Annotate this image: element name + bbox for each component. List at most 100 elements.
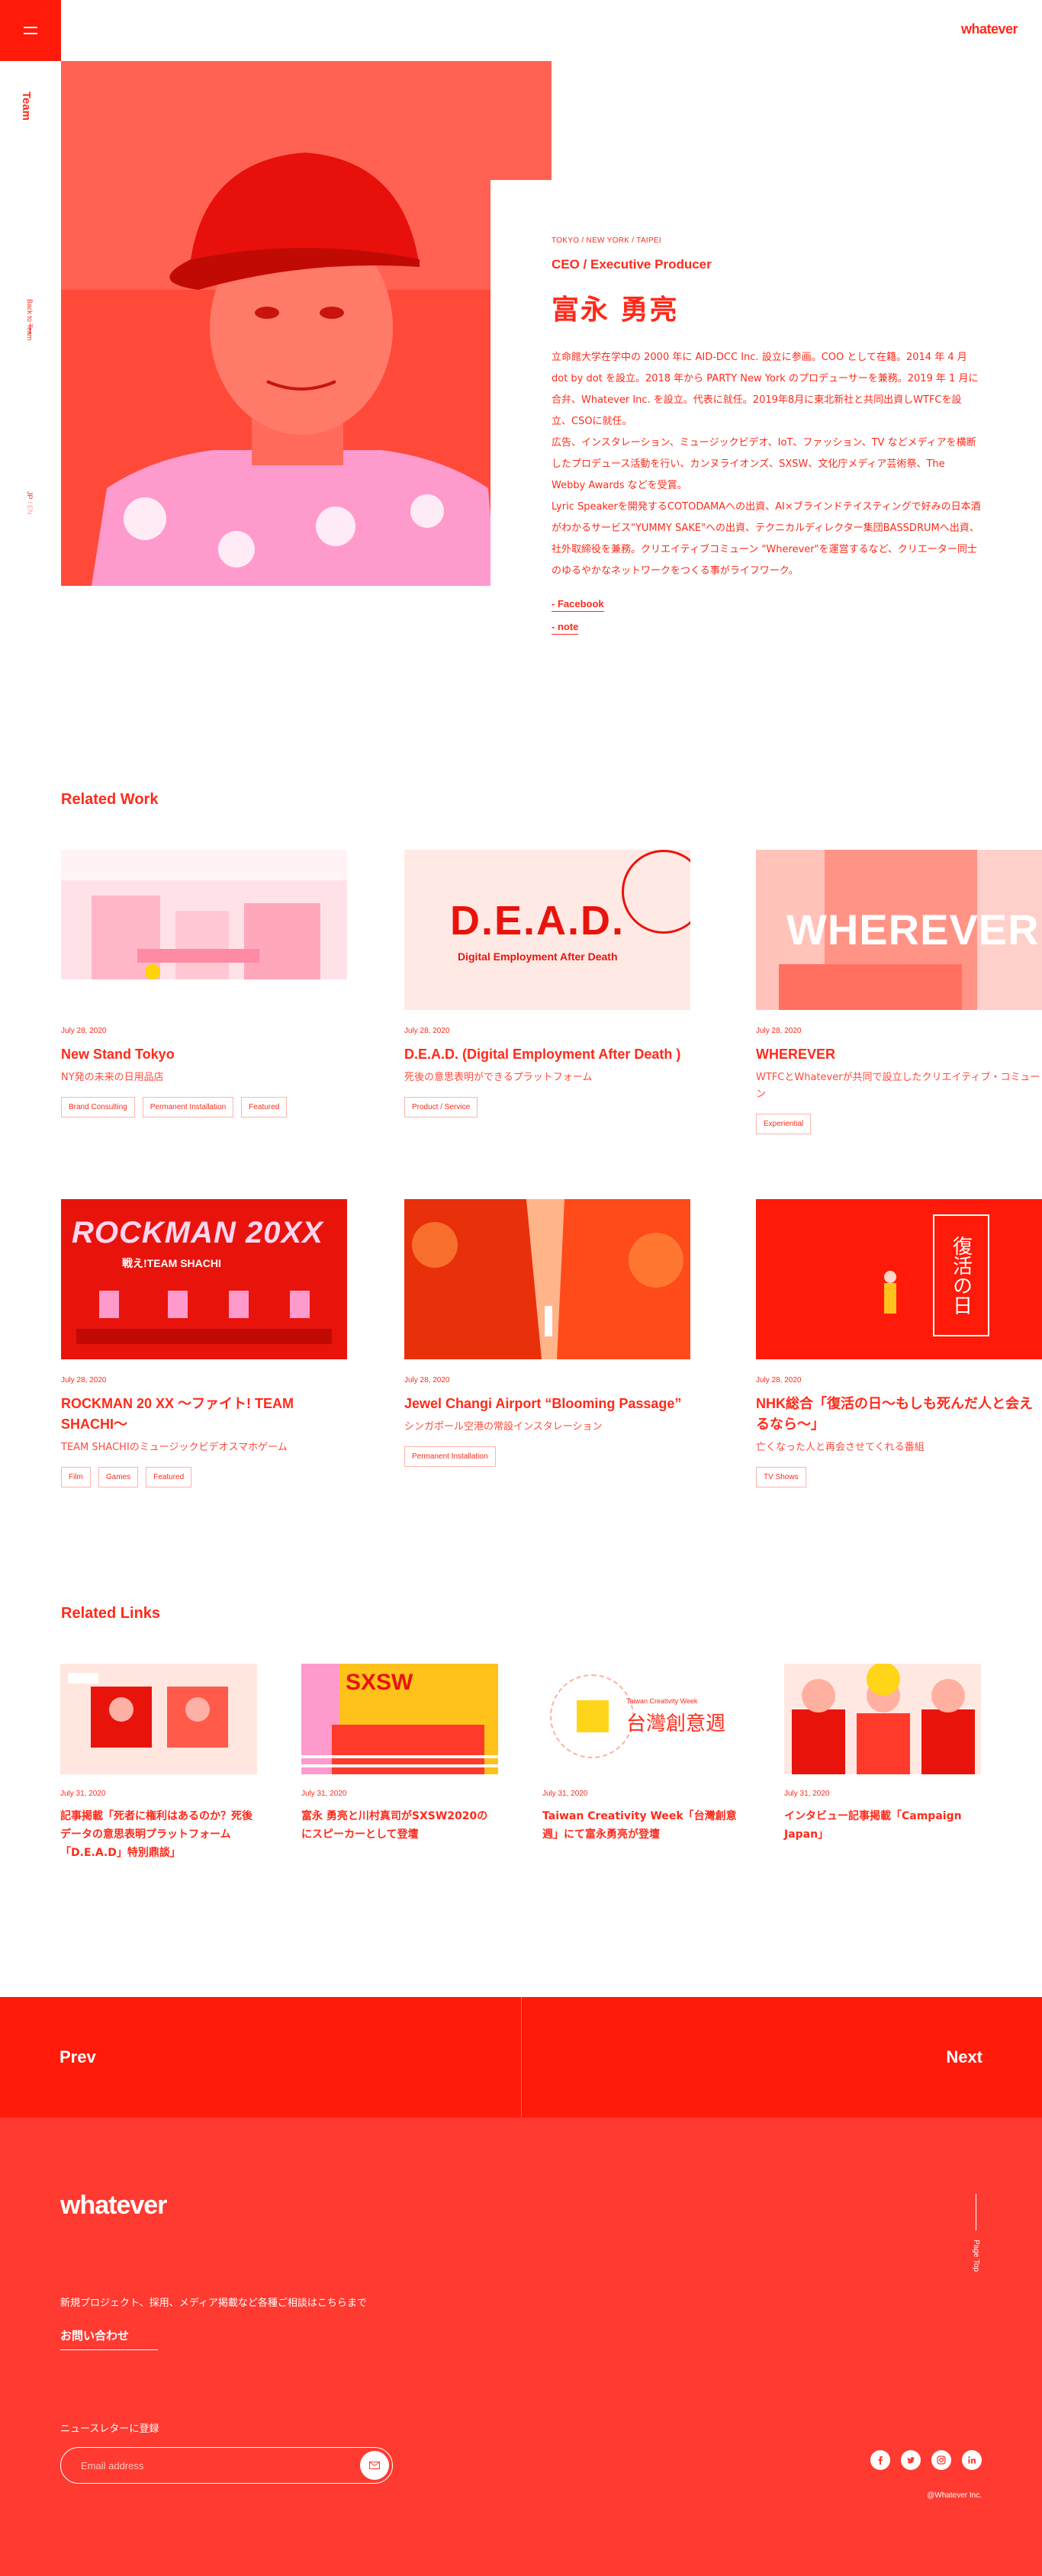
link-title[interactable]: Taiwan Creativity Week「台灣創意週」にて富永勇亮が登壇 [542,1807,739,1844]
work-title[interactable]: WHEREVER [756,1044,1042,1065]
work-card[interactable]: July 28, 2020 Jewel Changi Airport “Bloo… [404,1199,690,1467]
newsletter-label: ニュースレターに登録 [60,2423,159,2435]
work-title[interactable]: Jewel Changi Airport “Blooming Passage” [404,1394,690,1414]
work-description: TEAM SHACHIのミュージックビデオスマホゲーム [61,1442,288,1453]
next-button[interactable]: Next [521,1997,1042,2118]
facebook-link[interactable]: - Facebook [552,598,604,612]
link-card[interactable]: July 31, 2020 インタビュー記事掲載「Campaign Japan」 [784,1664,981,1844]
work-card[interactable]: WHEREVER July 28, 2020 WHEREVER WTFCとWha… [756,850,1042,1134]
work-card[interactable]: D.E.A.D. Digital Employment After Death … [404,850,690,1118]
work-title[interactable]: New Stand Tokyo [61,1044,347,1065]
linkedin-icon[interactable] [962,2450,982,2470]
work-date: July 28, 2020 [404,1376,450,1384]
contact-link[interactable]: お問い合わせ [60,2327,158,2350]
work-date: July 28, 2020 [756,1376,802,1384]
work-card[interactable]: 復活の日 July 28, 2020 NHK総合「復活の日〜もしも死んだ人と会え… [756,1199,1042,1487]
twitter-icon[interactable] [901,2450,921,2470]
link-title[interactable]: 富永 勇亮と川村真司がSXSW2020のにスピーカーとして登壇 [301,1807,498,1844]
tag[interactable]: Permanent Installation [142,1097,234,1118]
work-title[interactable]: ROCKMAN 20 XX 〜ファイト! TEAM SHACHI〜 [61,1394,347,1435]
link-date: July 31, 2020 [784,1790,830,1798]
bio-paragraph: 広告、インスタレーション、ミュージックビデオ、IoT、ファッション、TV などメ… [552,437,976,491]
facebook-icon[interactable] [870,2450,890,2470]
back-to-team-link[interactable]: Back to Team [26,299,34,340]
tag[interactable]: Brand Consulting [61,1097,135,1118]
work-date: July 28, 2020 [61,1027,107,1035]
work-date: July 28, 2020 [756,1027,802,1035]
link-thumbnail: SXSW [301,1664,498,1774]
newsletter-email-input[interactable] [60,2447,393,2484]
tag-list: Permanent Installation [404,1446,690,1467]
work-description: NY発の未来の日用品店 [61,1072,164,1083]
link-card[interactable]: July 31, 2020 記事掲載「死者に権利はあるのか？死後データの意思表明… [60,1664,257,1862]
tag[interactable]: Film [61,1467,91,1487]
work-card[interactable]: July 28, 2020 New Stand Tokyo NY発の未来の日用品… [61,850,347,1118]
newsletter-submit-button[interactable] [360,2451,389,2480]
bio-paragraph: Lyric Speakerを開発するCOTODAMAへの出資、AI×ブラインドテ… [552,501,981,577]
thumb-title: 台灣創意週 [626,1713,726,1735]
tag[interactable]: Product / Service [404,1097,478,1118]
lang-separator: / [26,499,34,506]
tag[interactable]: Featured [146,1467,192,1487]
bio-paragraph: 立命館大学在学中の 2000 年に AID-DCC Inc. 設立に参画。COO… [552,352,979,427]
menu-button[interactable] [0,0,61,61]
divider [30,323,31,334]
thumb-title: SXSW [346,1670,413,1695]
footer-logo[interactable]: whatever [60,2191,167,2221]
page-top-button[interactable]: Page Top [972,2194,981,2301]
thumb-subtitle: Taiwan Creativity Week [626,1697,698,1705]
lang-jp[interactable]: JP [26,491,34,500]
profile-role: CEO / Executive Producer [552,257,712,272]
lang-en[interactable]: EN [26,505,34,515]
hamburger-icon [24,25,37,36]
link-card[interactable]: SXSW July 31, 2020 富永 勇亮と川村真司がSXSW2020のに… [301,1664,498,1844]
tag-list: Experiential [756,1114,1042,1134]
tag[interactable]: Games [98,1467,139,1487]
link-date: July 31, 2020 [301,1790,347,1798]
work-title[interactable]: NHK総合「復活の日〜もしも死んだ人と会えるなら〜」 [756,1394,1042,1435]
work-thumbnail: D.E.A.D. Digital Employment After Death [404,850,690,1010]
tag[interactable]: Permanent Installation [404,1446,496,1467]
language-switcher: JP / EN [26,491,34,515]
work-thumbnail: WHEREVER [756,850,1042,1010]
link-title[interactable]: 記事掲載「死者に権利はあるのか？死後データの意思表明プラットフォーム「D.E.A… [60,1807,257,1862]
profile-links: - Facebook - note [552,597,981,643]
tag-list: TV Shows [756,1467,1042,1487]
link-date: July 31, 2020 [60,1790,106,1798]
tag-list: Film Games Featured [61,1467,347,1487]
copyright: @Whatever Inc. [927,2491,982,2500]
profile-locations: TOKYO / NEW YORK / TAIPEI [552,236,662,245]
tag-list: Brand Consulting Permanent Installation … [61,1097,347,1118]
tag[interactable]: TV Shows [756,1467,806,1487]
tag-list: Product / Service [404,1097,690,1118]
thumb-title: D.E.A.D. [450,898,626,944]
work-description: シンガポール空港の常設インスタレーション [404,1421,603,1433]
link-title[interactable]: インタビュー記事掲載「Campaign Japan」 [784,1807,981,1844]
mail-icon [369,2462,380,2469]
profile-photo [61,61,552,586]
footer: whatever 新規プロジェクト、採用、メディア掲載など各種ご相談はこちらまで… [0,2118,1042,2576]
link-card[interactable]: Taiwan Creativity Week 台灣創意週 July 31, 20… [542,1664,739,1844]
thumb-subtitle: Digital Employment After Death [458,950,618,963]
related-links-title: Related Links [61,1605,161,1622]
prev-button[interactable]: Prev [0,1997,522,2118]
work-thumbnail: 復活の日 [756,1199,1042,1359]
work-title[interactable]: D.E.A.D. (Digital Employment After Death… [404,1044,690,1065]
thumb-title: WHEREVER [786,905,1040,954]
tag[interactable]: Experiential [756,1114,812,1134]
profile-name: 富永 勇亮 [552,294,679,326]
link-date: July 31, 2020 [542,1790,588,1798]
note-link[interactable]: - note [552,621,579,635]
social-links [870,2450,982,2470]
work-thumbnail: ROCKMAN 20XX 戦え!TEAM SHACHI [61,1199,347,1359]
work-thumbnail [404,1199,690,1359]
work-date: July 28, 2020 [61,1376,107,1384]
logo[interactable]: whatever [961,21,1018,37]
link-thumbnail [60,1664,257,1774]
thumb-title: 復活の日 [949,1236,973,1315]
work-card[interactable]: ROCKMAN 20XX 戦え!TEAM SHACHI July 28, 202… [61,1199,347,1487]
work-thumbnail [61,850,347,1010]
profile-bio: 立命館大学在学中の 2000 年に AID-DCC Inc. 設立に参画。COO… [552,347,981,582]
instagram-icon[interactable] [931,2450,951,2470]
tag[interactable]: Featured [241,1097,288,1118]
